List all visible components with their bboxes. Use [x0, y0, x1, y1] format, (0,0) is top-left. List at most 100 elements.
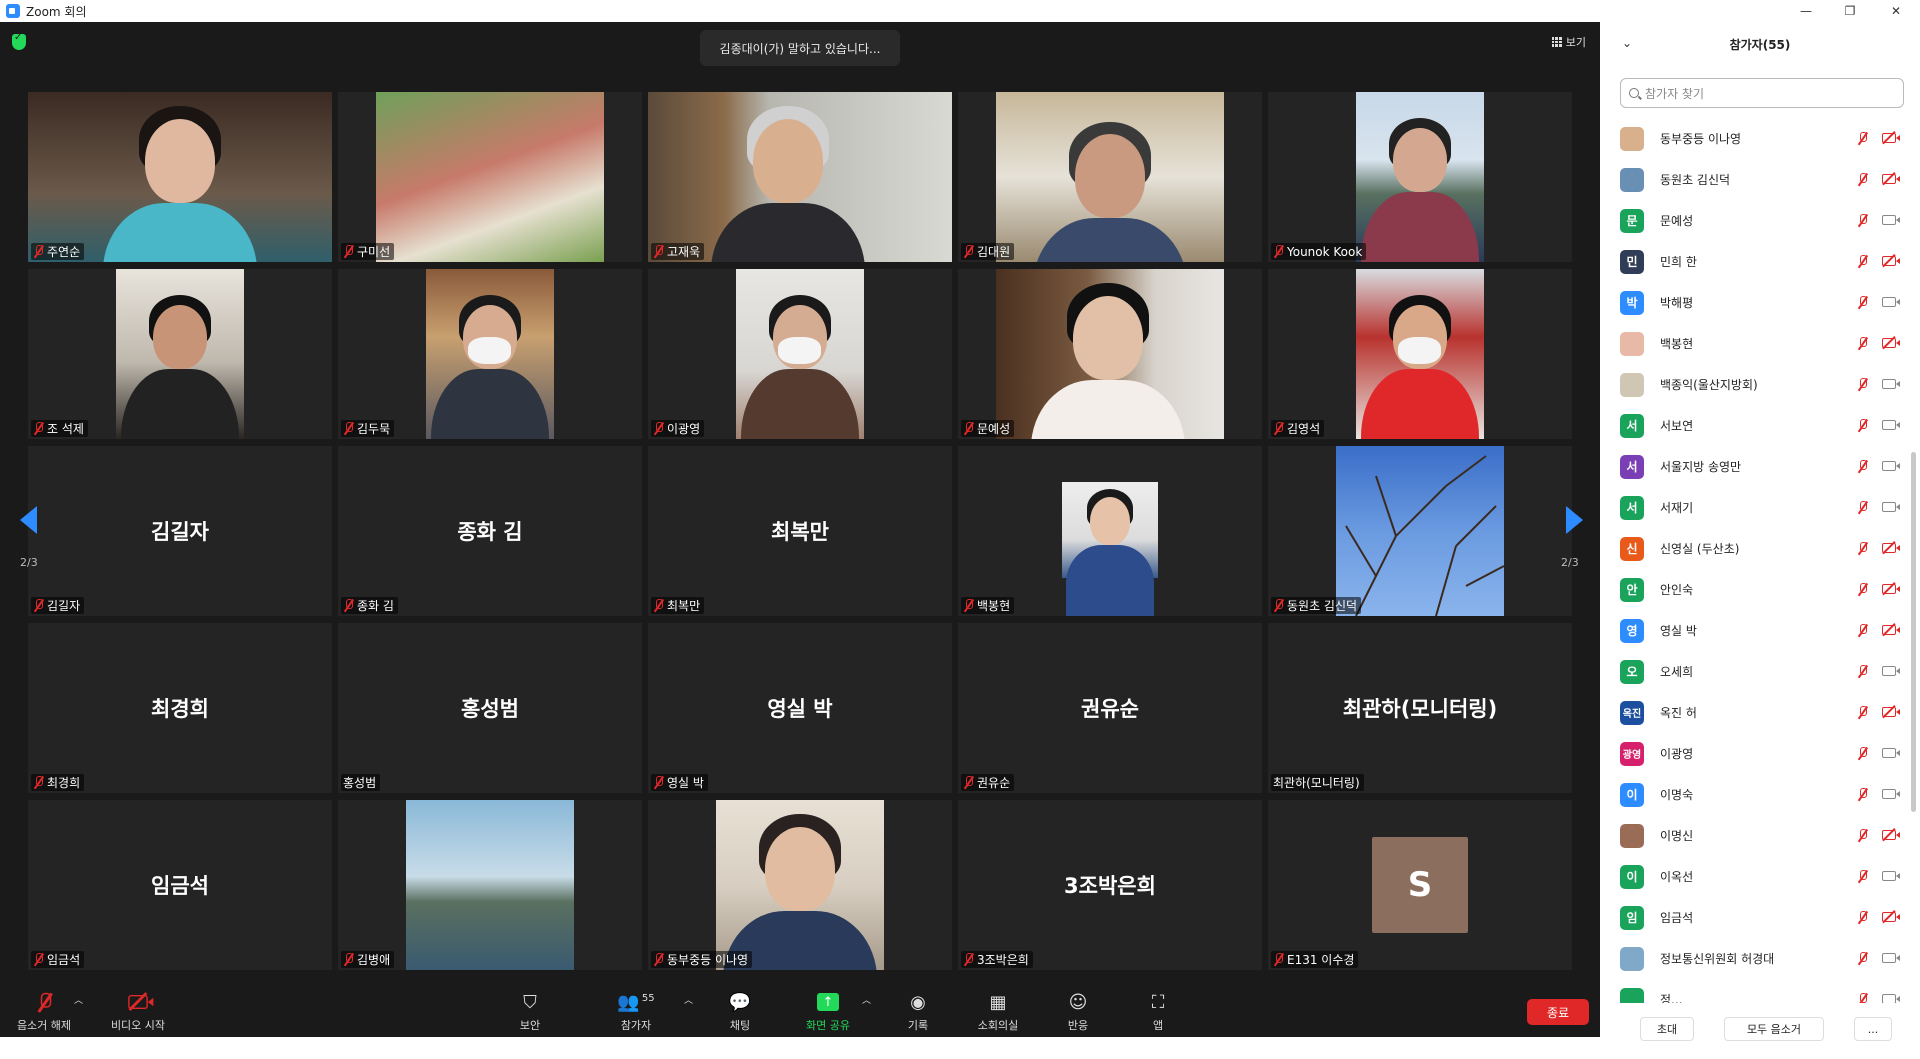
participant-row[interactable]: 광영 이광영 [1600, 733, 1906, 774]
participant-row[interactable]: 이명신 [1600, 815, 1906, 856]
video-tile[interactable]: 구미선 [338, 92, 642, 262]
close-button[interactable]: ✕ [1876, 0, 1916, 22]
previous-page-arrow-icon[interactable] [20, 506, 37, 534]
video-tile[interactable]: 종화 김 종화 김 [338, 446, 642, 616]
video-tile[interactable]: 임금석 임금석 [28, 800, 332, 970]
end-meeting-button[interactable]: 종료 [1527, 999, 1589, 1025]
record-button[interactable]: ◉ 기록 [878, 991, 958, 1033]
minimize-button[interactable]: — [1786, 0, 1826, 22]
participant-search-input[interactable]: 참가자 찾기 [1620, 78, 1904, 108]
video-icon [1882, 666, 1900, 676]
participants-options-caret-icon[interactable]: ︿ [684, 993, 693, 1006]
video-tile[interactable]: S E131 이수경 [1268, 800, 1572, 970]
video-off-icon [1882, 256, 1900, 266]
video-tile[interactable]: 동원초 김신덕 [1268, 446, 1572, 616]
participant-name: 문예성 [1660, 214, 1694, 228]
mute-all-button[interactable]: 모두 음소거 [1724, 1017, 1824, 1041]
video-tile[interactable]: 3조박은희 3조박은희 [958, 800, 1262, 970]
mic-muted-icon [1273, 599, 1284, 612]
view-button[interactable]: 보기 [1551, 34, 1586, 50]
participant-row[interactable]: 서 서보연 [1600, 405, 1906, 446]
security-shield-icon[interactable] [12, 32, 26, 50]
participant-list-scrollbar[interactable] [1911, 452, 1916, 812]
mic-muted-icon [1857, 173, 1868, 186]
participant-row[interactable]: 박 박해평 [1600, 282, 1906, 323]
video-tile[interactable]: 최경희 최경희 [28, 623, 332, 793]
mic-muted-icon [4, 991, 84, 1013]
video-tile[interactable]: 조 석제 [28, 269, 332, 439]
video-tile[interactable]: 고재욱 [648, 92, 952, 262]
restore-button[interactable]: ❐ [1830, 0, 1870, 22]
video-tile[interactable]: 영실 박 영실 박 [648, 623, 952, 793]
participant-row[interactable]: 신 신영실 (두산초) [1600, 528, 1906, 569]
mic-muted-icon [343, 245, 354, 258]
participant-row[interactable]: 이 이명숙 [1600, 774, 1906, 815]
participant-row[interactable]: 문 문예성 [1600, 200, 1906, 241]
video-tile[interactable]: 동부중등 이나영 [648, 800, 952, 970]
unmute-button[interactable]: 음소거 해제 [4, 991, 84, 1033]
mic-muted-icon [1273, 245, 1284, 258]
video-tile[interactable]: 김병애 [338, 800, 642, 970]
breakout-rooms-button[interactable]: ▦ 소회의실 [958, 991, 1038, 1033]
video-icon [1882, 379, 1900, 389]
participant-name: 김대원 [977, 245, 1011, 259]
more-options-button[interactable]: ... [1854, 1017, 1892, 1041]
participant-row[interactable]: 백봉현 [1600, 323, 1906, 364]
video-tile[interactable]: 김영석 [1268, 269, 1572, 439]
chat-button[interactable]: 💬 채팅 [700, 991, 780, 1033]
video-tile[interactable]: 최복만 최복만 [648, 446, 952, 616]
mic-muted-icon [33, 245, 44, 258]
mic-muted-icon [1857, 911, 1868, 924]
participant-row[interactable]: 정보통신위원회 허경대 [1600, 938, 1906, 979]
participant-row[interactable]: 백종익(울산지방회) [1600, 364, 1906, 405]
participants-button[interactable]: 👥 55 참가자 [596, 991, 676, 1033]
participant-row[interactable]: 동원초 김신덕 [1600, 159, 1906, 200]
participant-row[interactable]: 안 안인숙 [1600, 569, 1906, 610]
video-tile[interactable]: 김대원 [958, 92, 1262, 262]
participant-name: 영실 박 [1660, 624, 1697, 638]
video-icon [1882, 789, 1900, 799]
security-button[interactable]: ⛉ 보안 [490, 991, 570, 1033]
avatar [1620, 946, 1644, 971]
mic-muted-icon [963, 953, 974, 966]
video-tile[interactable]: 김길자 김길자 [28, 446, 332, 616]
tile-name-label: 3조박은희 [961, 951, 1033, 968]
start-video-button[interactable]: 비디오 시작 [98, 991, 178, 1033]
participant-row[interactable]: 정... [1600, 979, 1906, 1003]
share-screen-button[interactable]: ↑ 화면 공유 [788, 991, 868, 1033]
participant-row[interactable]: 영 영실 박 [1600, 610, 1906, 651]
participant-name: 최관하(모니터링) [1273, 776, 1360, 790]
video-tile[interactable]: 문예성 [958, 269, 1262, 439]
participant-row[interactable]: 동부중등 이나영 [1600, 118, 1906, 159]
participant-row[interactable]: 서 서재기 [1600, 487, 1906, 528]
participant-video [1062, 482, 1158, 616]
participant-row[interactable]: 서 서울지방 송영만 [1600, 446, 1906, 487]
mic-muted-icon [1857, 829, 1868, 842]
participant-row[interactable]: 이 이옥선 [1600, 856, 1906, 897]
share-options-caret-icon[interactable]: ︿ [862, 993, 871, 1006]
tile-display-name: 권유순 [1081, 697, 1139, 721]
participant-name: 서재기 [1660, 501, 1694, 515]
participant-name: 임금석 [1660, 911, 1694, 925]
reactions-button[interactable]: ☺ 반응 [1038, 991, 1118, 1033]
video-tile[interactable]: 최관하(모니터링) 최관하(모니터링) [1268, 623, 1572, 793]
participant-name: 동원초 김신덕 [1287, 599, 1358, 613]
participant-row[interactable]: 오 오세희 [1600, 651, 1906, 692]
video-icon [1882, 297, 1900, 307]
participant-row[interactable]: 옥진 옥진 허 [1600, 692, 1906, 733]
participant-row[interactable]: 임 임금석 [1600, 897, 1906, 938]
video-tile[interactable]: 홍성범 홍성범 [338, 623, 642, 793]
video-tile[interactable]: Younok Kook [1268, 92, 1572, 262]
video-tile[interactable]: 김두묵 [338, 269, 642, 439]
participant-row[interactable]: 민 민희 한 [1600, 241, 1906, 282]
next-page-arrow-icon[interactable] [1566, 506, 1583, 534]
participant-name: 이옥선 [1660, 870, 1694, 884]
avatar: 서 [1620, 413, 1644, 438]
video-tile[interactable]: 백봉현 [958, 446, 1262, 616]
video-tile[interactable]: 주연순 [28, 92, 332, 262]
video-tile[interactable]: 권유순 권유순 [958, 623, 1262, 793]
audio-options-caret-icon[interactable]: ︿ [74, 993, 83, 1006]
invite-button[interactable]: 초대 [1640, 1017, 1694, 1041]
apps-button[interactable]: ⛶ 앱 [1118, 991, 1198, 1033]
video-tile[interactable]: 이광영 [648, 269, 952, 439]
